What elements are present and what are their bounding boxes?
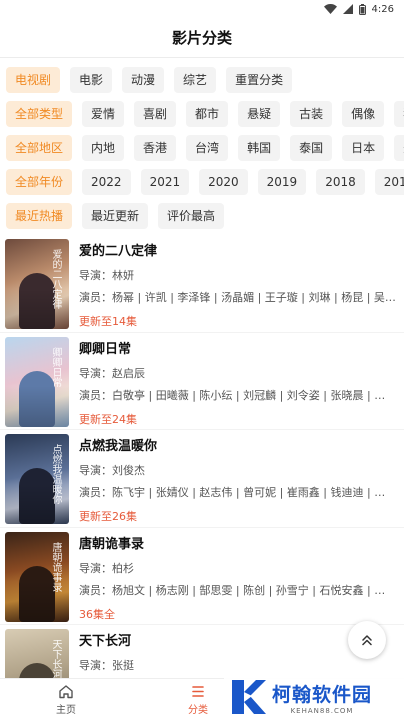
filter-row-genre: 全部类型 爱情 喜剧 都市 悬疑 古装 偶像 犯罪 (0, 100, 404, 127)
chip-region[interactable]: 日本 (342, 134, 385, 161)
tab-category-label: 分类 (188, 704, 208, 716)
kehan-logo-icon (232, 680, 266, 714)
filter-row-sort: 最近热播 最近更新 评价最高 (0, 202, 404, 229)
chip-type[interactable]: 综艺 (174, 66, 217, 93)
tab-home-label: 主页 (56, 704, 76, 716)
chip-year[interactable]: 2021 (140, 168, 190, 195)
chip-year[interactable]: 2017 (374, 168, 404, 195)
show-director: 导演：林妍 (79, 269, 134, 282)
show-status: 更新至14集 (79, 315, 137, 328)
chip-genre[interactable]: 喜剧 (134, 100, 177, 127)
tab-home[interactable]: 主页 (0, 679, 132, 720)
chip-region[interactable]: 美国 (394, 134, 404, 161)
chip-sort[interactable]: 最近热播 (6, 202, 73, 229)
show-info: 卿卿日常 导演：赵启辰 演员：白敬亭 | 田曦薇 | 陈小纭 | 刘冠麟 | 刘… (69, 337, 404, 430)
chip-genre[interactable]: 犯罪 (394, 100, 404, 127)
show-item[interactable]: 爱的二八定律 爱的二八定律 导演：林妍 演员：杨幂 | 许凯 | 李泽锋 | 汤… (0, 235, 404, 333)
show-item[interactable]: 点燃我温暖你 点燃我温暖你 导演：刘俊杰 演员：陈飞宇 | 张婧仪 | 赵志伟 … (0, 430, 404, 528)
status-time: 4:26 (371, 3, 394, 15)
wifi-icon (323, 4, 337, 14)
chip-region[interactable]: 台湾 (186, 134, 229, 161)
chip-region[interactable]: 韩国 (238, 134, 281, 161)
chip-year[interactable]: 2020 (199, 168, 248, 195)
filter-row-year: 全部年份 2022 2021 2020 2019 2018 2017 2016 (0, 168, 404, 195)
show-info: 唐朝诡事录 导演：柏杉 演员：杨旭文 | 杨志刚 | 郜思雯 | 陈创 | 孙雪… (69, 532, 404, 625)
show-cast: 演员：杨幂 | 许凯 | 李泽锋 | 汤晶媚 | 王子璇 | 刘琳 | 杨昆 |… (79, 291, 396, 304)
chip-genre[interactable]: 全部类型 (6, 100, 73, 127)
show-director: 导演：赵启辰 (79, 366, 145, 380)
show-item[interactable]: 卿卿日常 卿卿日常 导演：赵启辰 演员：白敬亭 | 田曦薇 | 陈小纭 | 刘冠… (0, 333, 404, 430)
show-director: 导演：刘俊杰 (79, 464, 145, 477)
show-info: 点燃我温暖你 导演：刘俊杰 演员：陈飞宇 | 张婧仪 | 赵志伟 | 曾可妮 |… (69, 434, 404, 527)
chip-year[interactable]: 2019 (257, 168, 307, 195)
show-status: 更新至26集 (79, 510, 137, 523)
chip-genre[interactable]: 悬疑 (238, 100, 281, 127)
poster-title: 卿卿日常 (50, 346, 61, 387)
watermark-site: KEHAN88.COM (290, 706, 354, 715)
chip-region[interactable]: 香港 (134, 134, 177, 161)
poster-image[interactable]: 点燃我温暖你 (5, 434, 69, 524)
show-title[interactable]: 点燃我温暖你 (79, 436, 404, 458)
poster-title: 天下长河 (50, 639, 61, 679)
chip-sort[interactable]: 最近更新 (82, 202, 149, 229)
watermark: 柯翰软件园 KEHAN88.COM (224, 674, 404, 720)
chip-genre[interactable]: 爱情 (82, 100, 125, 127)
show-item[interactable]: 唐朝诡事录 唐朝诡事录 导演：柏杉 演员：杨旭文 | 杨志刚 | 郜思雯 | 陈… (0, 528, 404, 625)
chip-region[interactable]: 内地 (82, 134, 125, 161)
show-status: 更新至24集 (79, 412, 137, 426)
chip-genre[interactable]: 偶像 (342, 100, 385, 127)
poster-title: 点燃我温暖你 (50, 444, 61, 504)
chip-type[interactable]: 电视剧 (6, 66, 61, 93)
battery-icon (358, 3, 366, 15)
page-title: 影片分类 (0, 18, 404, 58)
show-title[interactable]: 卿卿日常 (79, 339, 404, 361)
status-bar: 4:26 (0, 0, 404, 18)
chip-sort[interactable]: 评价最高 (158, 202, 225, 229)
show-title[interactable]: 爱的二八定律 (79, 241, 404, 263)
chip-genre[interactable]: 都市 (186, 100, 229, 127)
show-cast: 演员：陈飞宇 | 张婧仪 | 赵志伟 | 曾可妮 | 崔雨鑫 | 钱迪迪 | 姜… (79, 486, 397, 499)
chip-genre[interactable]: 古装 (290, 100, 333, 127)
chip-type[interactable]: 动漫 (122, 66, 165, 93)
show-cast: 演员：杨旭文 | 杨志刚 | 郜思雯 | 陈创 | 孙雪宁 | 石悦安鑫 | 张… (79, 583, 397, 597)
chip-year[interactable]: 全部年份 (6, 168, 73, 195)
chip-region[interactable]: 全部地区 (6, 134, 73, 161)
show-status: 36集全 (79, 607, 115, 621)
category-icon (192, 685, 204, 697)
watermark-name: 柯翰软件园 (272, 683, 373, 706)
poster-image[interactable]: 爱的二八定律 (5, 239, 69, 329)
poster-image[interactable]: 卿卿日常 (5, 336, 69, 427)
filter-row-region: 全部地区 内地 香港 台湾 韩国 泰国 日本 美国 (0, 134, 404, 161)
show-director: 导演：柏杉 (79, 561, 134, 575)
filter-row-type: 电视剧 电影 动漫 综艺 重置分类 (0, 66, 404, 93)
chip-year[interactable]: 2022 (82, 168, 131, 195)
signal-icon (342, 4, 353, 14)
chip-type[interactable]: 电影 (70, 66, 113, 93)
back-to-top-button[interactable] (348, 621, 386, 659)
show-title[interactable]: 唐朝诡事录 (79, 534, 404, 556)
poster-title: 爱的二八定律 (50, 249, 61, 309)
poster-image[interactable]: 唐朝诡事录 (5, 531, 69, 622)
show-list: 爱的二八定律 爱的二八定律 导演：林妍 演员：杨幂 | 许凯 | 李泽锋 | 汤… (0, 235, 404, 720)
double-chevron-up-icon (362, 635, 372, 646)
poster-title: 唐朝诡事录 (50, 541, 61, 592)
home-icon (59, 684, 73, 698)
show-info: 爱的二八定律 导演：林妍 演员：杨幂 | 许凯 | 李泽锋 | 汤晶媚 | 王子… (69, 239, 404, 332)
show-cast: 演员：白敬亭 | 田曦薇 | 陈小纭 | 刘冠麟 | 刘令姿 | 张晓晨 | 昌… (79, 388, 397, 402)
chip-year[interactable]: 2018 (316, 168, 365, 195)
reset-filter-button[interactable]: 重置分类 (226, 66, 293, 93)
filter-panel: 电视剧 电影 动漫 综艺 重置分类 全部类型 爱情 喜剧 都市 悬疑 古装 偶像… (0, 58, 404, 229)
chip-region[interactable]: 泰国 (290, 134, 333, 161)
